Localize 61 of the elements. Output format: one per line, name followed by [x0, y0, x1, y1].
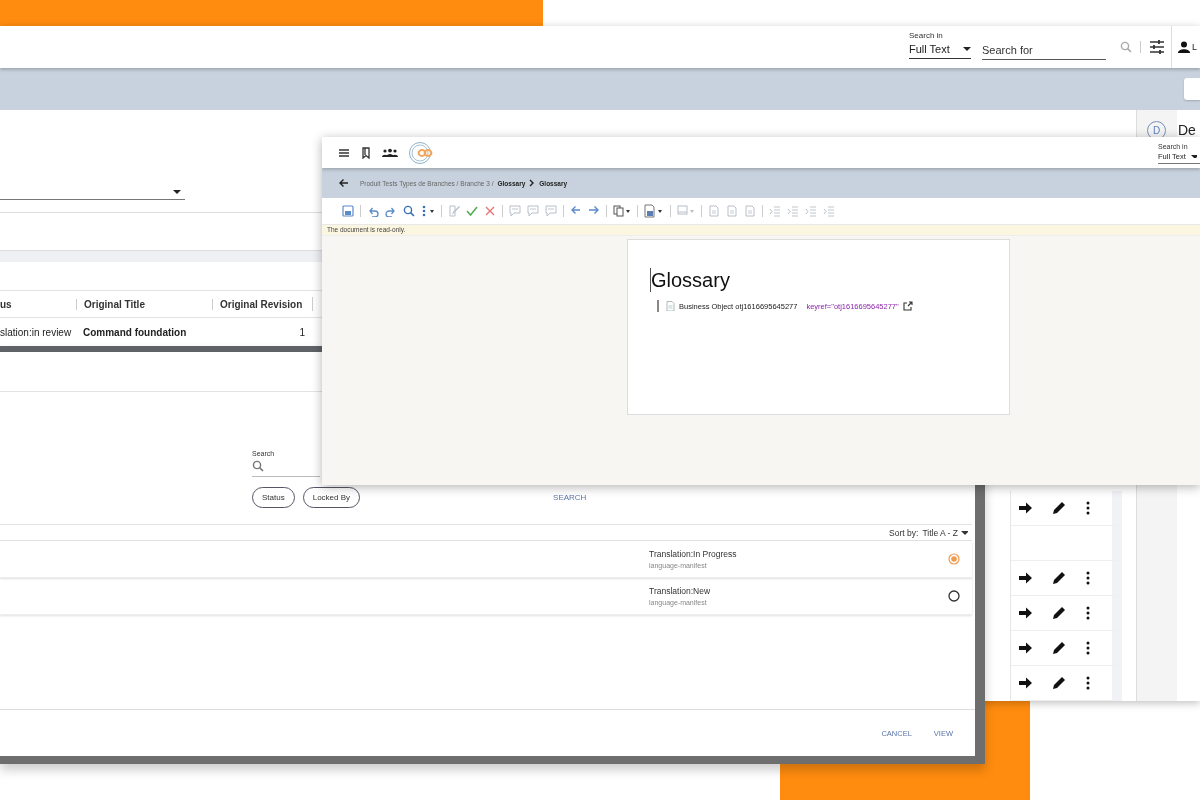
- table-cell-text: slation:in review: [0, 326, 73, 338]
- item-title: Translation:New: [649, 586, 711, 596]
- redo-icon[interactable]: [385, 205, 397, 217]
- more-icon[interactable]: [1086, 501, 1090, 515]
- column-header[interactable]: Original Revision: [212, 298, 312, 310]
- arrow-right-icon[interactable]: [1019, 501, 1032, 515]
- logo-icon: [409, 140, 433, 165]
- document-map-icon[interactable]: [644, 204, 664, 218]
- filter-chip[interactable]: Status: [252, 487, 295, 508]
- check-icon[interactable]: [466, 205, 478, 217]
- document-icon: [666, 301, 675, 311]
- external-link-icon[interactable]: [902, 301, 913, 311]
- arrow-right-icon[interactable]: [1019, 676, 1032, 690]
- arrow-right-icon[interactable]: [1019, 641, 1032, 655]
- filter-chip[interactable]: Locked By: [302, 487, 361, 508]
- column-header[interactable]: Original Title: [76, 298, 212, 310]
- table-cell-text: 1: [298, 326, 306, 338]
- more-icon[interactable]: [1086, 676, 1090, 690]
- search-field[interactable]: [252, 460, 320, 477]
- pencil-icon[interactable]: [1052, 606, 1066, 620]
- panel-title: De: [1178, 122, 1196, 138]
- arrow-right-icon[interactable]: [1019, 571, 1032, 585]
- caret-icon: [963, 47, 971, 51]
- more-icon[interactable]: [421, 205, 435, 217]
- table-cell-text: Command foundation: [82, 326, 188, 338]
- caret-icon: [1190, 155, 1197, 158]
- item-title: Translation:In Progress: [649, 549, 737, 559]
- menu-icon[interactable]: [338, 147, 350, 158]
- sort-label: Sort by:: [889, 527, 919, 538]
- save-icon[interactable]: [342, 205, 354, 217]
- undo-icon[interactable]: [367, 205, 379, 217]
- search-icon[interactable]: [1120, 41, 1132, 53]
- copy-icon[interactable]: [613, 205, 631, 217]
- search-scope-label: Search in: [909, 31, 944, 40]
- radio-button[interactable]: [948, 590, 960, 602]
- arrow-left-icon[interactable]: [338, 178, 350, 188]
- pencil-icon[interactable]: [1052, 641, 1066, 655]
- search-icon: [252, 460, 264, 472]
- more-icon[interactable]: [1086, 571, 1090, 585]
- search-icon[interactable]: [403, 205, 415, 217]
- bookmark-icon[interactable]: [361, 146, 371, 159]
- caret-icon: [173, 190, 181, 195]
- arrow-right-icon[interactable]: [1019, 606, 1032, 620]
- person-icon: [1178, 41, 1190, 53]
- radio-button[interactable]: [948, 553, 960, 565]
- close-icon[interactable]: [484, 205, 496, 217]
- search-button[interactable]: SEARCH: [553, 493, 587, 502]
- pencil-icon[interactable]: [1052, 676, 1066, 690]
- chevron-right-icon: [529, 179, 536, 187]
- more-icon[interactable]: [1086, 641, 1090, 655]
- more-icon[interactable]: [1086, 606, 1090, 620]
- document-title: Glossary: [650, 268, 730, 292]
- pencil-icon[interactable]: [1052, 571, 1066, 585]
- group-icon[interactable]: [382, 147, 398, 158]
- pencil-icon[interactable]: [1052, 501, 1066, 515]
- sort-select[interactable]: Title A - Z: [922, 527, 968, 538]
- column-header[interactable]: us: [0, 298, 76, 310]
- caret-icon: [961, 530, 968, 535]
- search-field[interactable]: Search for: [982, 44, 1106, 60]
- sliders-icon[interactable]: [1149, 39, 1165, 55]
- search-scope-select[interactable]: Full Text: [909, 43, 971, 59]
